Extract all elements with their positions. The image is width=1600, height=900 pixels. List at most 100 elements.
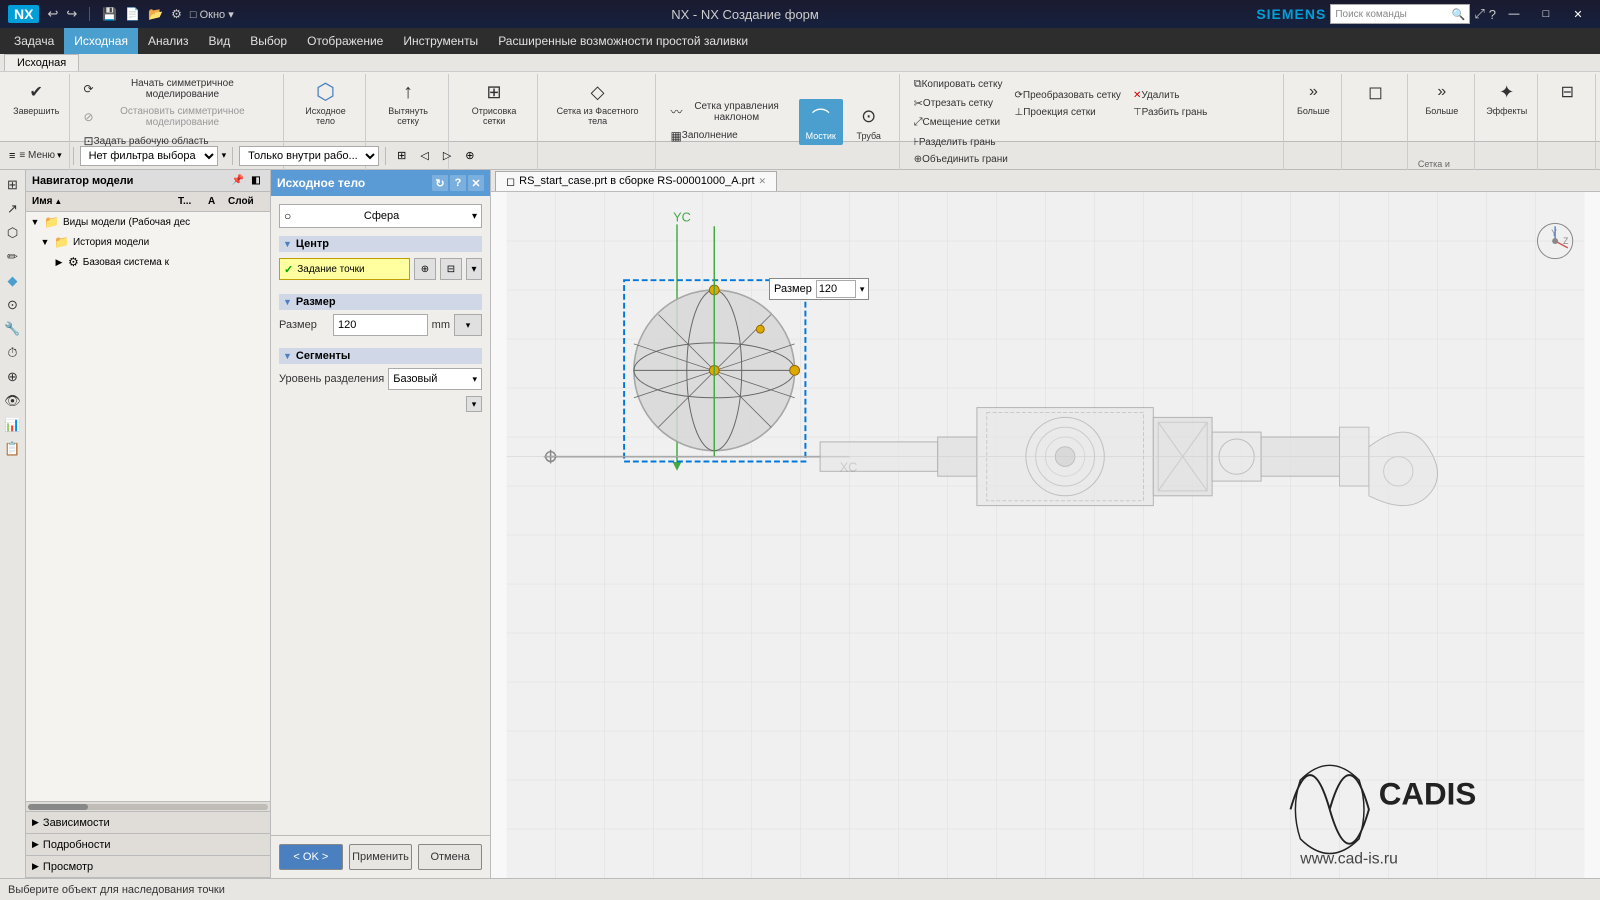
tb-icon-3[interactable]: ▷ bbox=[438, 146, 456, 166]
transform-mesh-button[interactable]: ⟳ Преобразовать сетку bbox=[1010, 88, 1124, 103]
menu-analysis[interactable]: Анализ bbox=[138, 28, 199, 54]
menu-select[interactable]: Выбор bbox=[240, 28, 297, 54]
expand-icon[interactable]: ⤢ bbox=[1474, 6, 1484, 22]
shift-mesh-button[interactable]: ⤢ Смещение сетки bbox=[910, 114, 1007, 131]
nav-section-dependencies[interactable]: ▶ Зависимости bbox=[26, 812, 270, 834]
sidebar-icon-10[interactable]: 👁 bbox=[2, 390, 24, 412]
nav-col-layer[interactable]: Слой bbox=[226, 196, 266, 207]
apply-button[interactable]: Применить bbox=[349, 844, 413, 870]
menu-tools[interactable]: Инструменты bbox=[393, 28, 488, 54]
sidebar-icon-11[interactable]: 📊 bbox=[2, 414, 24, 436]
nav-scrollbar[interactable] bbox=[26, 801, 270, 811]
start-symmetry-button[interactable]: ⟳ Начать симметричное моделирование bbox=[80, 76, 276, 102]
point-options-button[interactable]: ⊟ bbox=[440, 258, 462, 280]
nav-col-a[interactable]: А bbox=[206, 196, 226, 207]
tb-icon-2[interactable]: ◁ bbox=[415, 146, 433, 166]
delete-button[interactable]: ✕ Удалить bbox=[1129, 88, 1211, 103]
nav-col-t[interactable]: T... bbox=[176, 196, 206, 207]
options-icon[interactable]: ⚙ bbox=[171, 7, 182, 21]
close-button[interactable]: ✕ bbox=[1564, 4, 1592, 24]
cut-mesh-button[interactable]: ✂ Отрезать сетку bbox=[910, 95, 1007, 112]
source-body-button[interactable]: ⬡ Исходное тело bbox=[294, 76, 357, 128]
size-input[interactable] bbox=[333, 314, 428, 336]
point-arrow-button[interactable]: ▾ bbox=[466, 258, 482, 280]
size-dropdown-icon[interactable]: ▾ bbox=[860, 284, 865, 295]
nav-collapse-button[interactable]: ◧ bbox=[248, 173, 264, 189]
search-box[interactable]: Поиск команды 🔍 bbox=[1330, 4, 1470, 24]
size-input-field[interactable] bbox=[816, 280, 856, 298]
maximize-button[interactable]: □ bbox=[1532, 4, 1560, 24]
sidebar-icon-4[interactable]: ✏ bbox=[2, 246, 24, 268]
tb-icon-4[interactable]: ⊕ bbox=[460, 146, 479, 166]
bridge-button[interactable]: ⌒ Мостик bbox=[799, 99, 843, 145]
save-icon[interactable]: 💾 bbox=[102, 7, 117, 21]
point-task-input[interactable]: ✓ Задание точки bbox=[279, 258, 410, 280]
nav-item-history[interactable]: ▼ 📁 История модели bbox=[26, 232, 270, 252]
sidebar-icon-2[interactable]: ↗ bbox=[2, 198, 24, 220]
menu-display[interactable]: Отображение bbox=[297, 28, 393, 54]
division-dropdown[interactable]: Базовый ▾ bbox=[388, 368, 482, 390]
tube-button[interactable]: ⊙ Труба bbox=[847, 101, 891, 143]
segments-more-button[interactable]: ▾ bbox=[466, 396, 482, 412]
split-edge-button[interactable]: ⊤ Разбить грань bbox=[1129, 105, 1211, 120]
project-mesh-button[interactable]: ⊥ Проекция сетки bbox=[1010, 105, 1124, 120]
sidebar-icon-1[interactable]: ⊞ bbox=[2, 174, 24, 196]
menu-task[interactable]: Задача bbox=[4, 28, 64, 54]
menu-button[interactable]: ≡ ≡ Меню ▾ bbox=[4, 146, 67, 166]
size-unit-dropdown[interactable]: ▾ bbox=[454, 314, 482, 336]
stop-symmetry-button[interactable]: ⊘ Остановить симметричное моделирование bbox=[80, 104, 276, 130]
surface-control-button[interactable]: 〰 Сетка управления наклоном bbox=[666, 99, 794, 125]
menu-view[interactable]: Вид bbox=[198, 28, 240, 54]
type-dropdown[interactable]: ○ Сфера ▾ bbox=[279, 204, 482, 228]
workarea-select[interactable]: Только внутри рабо... bbox=[239, 146, 379, 166]
help-icon[interactable]: ? bbox=[1489, 7, 1496, 22]
more-poly-button[interactable]: » Больше bbox=[1291, 76, 1335, 118]
sidebar-icon-3[interactable]: ⬡ bbox=[2, 222, 24, 244]
window-icon[interactable]: □ Окно ▾ bbox=[190, 8, 234, 21]
menu-advanced[interactable]: Расширенные возможности простой заливки bbox=[488, 28, 758, 54]
sidebar-icon-12[interactable]: 📋 bbox=[2, 438, 24, 460]
redo-icon[interactable]: ↪ bbox=[66, 6, 77, 22]
nav-pin-button[interactable]: 📌 bbox=[230, 173, 246, 189]
dialog-close-button[interactable]: ✕ bbox=[468, 175, 484, 191]
nav-item-views[interactable]: ▼ 📁 Виды модели (Рабочая дес bbox=[26, 212, 270, 232]
segments-section-header[interactable]: ▼ Сегменты bbox=[279, 348, 482, 364]
center-section-header[interactable]: ▼ Центр bbox=[279, 236, 482, 252]
copy-mesh-button[interactable]: ⧉ Копировать сетку bbox=[910, 76, 1007, 93]
sidebar-icon-8[interactable]: ⏱ bbox=[2, 342, 24, 364]
finish-button[interactable]: ✔ Завершить bbox=[9, 76, 63, 118]
ribbon-tab-source[interactable]: Исходная bbox=[4, 54, 79, 71]
filter-select[interactable]: Нет фильтра выбора bbox=[80, 146, 218, 166]
nav-item-base[interactable]: ▶ ⚙ Базовая система к bbox=[26, 252, 270, 272]
split-face-button[interactable]: ⊦ Разделить грань bbox=[910, 135, 1012, 150]
cancel-button[interactable]: Отмена bbox=[418, 844, 482, 870]
param-button[interactable]: ⊟ bbox=[1545, 76, 1589, 108]
viewport-size-input[interactable]: Размер ▾ bbox=[769, 278, 869, 300]
tab-close-icon[interactable]: ✕ bbox=[759, 176, 767, 187]
undo-icon[interactable]: ↩ bbox=[47, 6, 58, 22]
effects-button[interactable]: ✦ Эффекты bbox=[1482, 76, 1531, 118]
facet-mesh-button[interactable]: ◇ Сетка из Фасетного тела bbox=[548, 76, 648, 128]
new-icon[interactable]: 📄 bbox=[125, 7, 140, 21]
construction-button[interactable]: ◻ bbox=[1353, 76, 1397, 108]
draw-mesh-button[interactable]: ⊞ Отрисовка сетки bbox=[459, 76, 528, 128]
tb-icon-1[interactable]: ⊞ bbox=[392, 146, 411, 166]
point-selector-button[interactable]: ⊕ bbox=[414, 258, 436, 280]
fillup-button[interactable]: ▦ Заполнение bbox=[666, 127, 794, 145]
dialog-help-button[interactable]: ? bbox=[450, 175, 466, 191]
more-mesh-button[interactable]: » Больше bbox=[1420, 76, 1464, 118]
size-section-header[interactable]: ▼ Размер bbox=[279, 294, 482, 310]
merge-faces-button[interactable]: ⊕ Объединить грани bbox=[910, 152, 1012, 167]
nav-section-details[interactable]: ▶ Подробности bbox=[26, 834, 270, 856]
sidebar-icon-9[interactable]: ⊕ bbox=[2, 366, 24, 388]
open-icon[interactable]: 📂 bbox=[148, 7, 163, 21]
viewport-tab[interactable]: ◻ RS_start_case.prt в сборке RS-00001000… bbox=[495, 171, 777, 191]
nav-col-name[interactable]: Имя ▲ bbox=[30, 196, 176, 207]
minimize-button[interactable]: — bbox=[1500, 4, 1528, 24]
extrude-button[interactable]: ↑ Вытянуть сетку bbox=[376, 76, 441, 128]
sidebar-icon-7[interactable]: 🔧 bbox=[2, 318, 24, 340]
dialog-refresh-button[interactable]: ↻ bbox=[432, 175, 448, 191]
ok-button[interactable]: < OK > bbox=[279, 844, 343, 870]
menu-source[interactable]: Исходная bbox=[64, 28, 138, 54]
nav-section-preview[interactable]: ▶ Просмотр bbox=[26, 856, 270, 878]
